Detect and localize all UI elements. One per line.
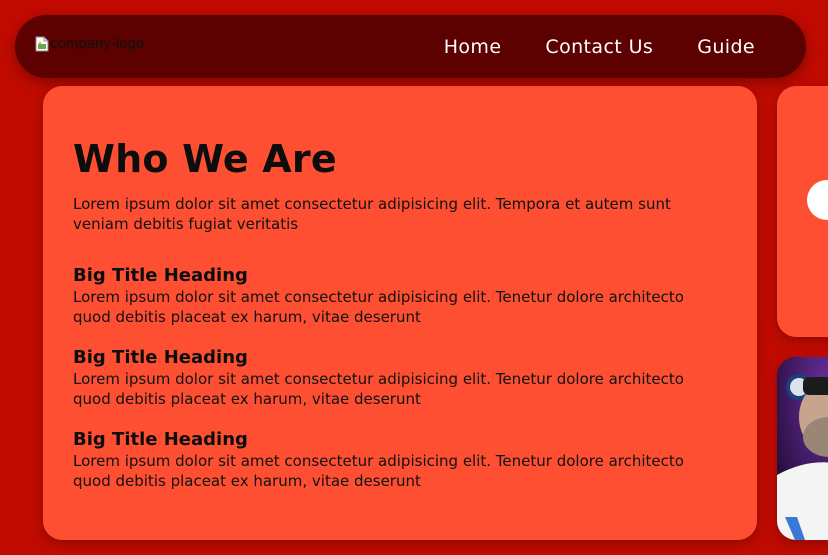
feature-heading: Big Title Heading: [73, 347, 248, 368]
feature-heading: Big Title Heading: [73, 265, 248, 286]
company-logo-alt-text: company-logo: [50, 35, 145, 52]
main-nav: Home Contact Us Guide: [444, 15, 755, 78]
feature-heading: Big Title Heading: [73, 429, 248, 450]
nav-link-guide[interactable]: Guide: [697, 36, 755, 58]
broken-image-icon: [35, 36, 49, 52]
feature-text: Lorem ipsum dolor sit amet consectetur a…: [73, 452, 684, 490]
who-we-are-card: Who We Are Lorem ipsum dolor sit amet co…: [43, 86, 757, 540]
side-card: [777, 86, 828, 337]
feature-text: Lorem ipsum dolor sit amet consectetur a…: [73, 370, 684, 408]
company-logo[interactable]: company-logo: [35, 35, 144, 52]
feature-section: Big Title Heading Lorem ipsum dolor sit …: [73, 347, 703, 409]
intro-text: Lorem ipsum dolor sit amet consectetur a…: [73, 195, 671, 233]
feature-section: Big Title Heading Lorem ipsum dolor sit …: [73, 429, 703, 491]
nav-link-home[interactable]: Home: [444, 36, 502, 58]
feature-section: Big Title Heading Lorem ipsum dolor sit …: [73, 265, 703, 327]
circle-shape: [807, 180, 828, 220]
who-we-are-content: Who We Are Lorem ipsum dolor sit amet co…: [73, 136, 703, 491]
nav-link-contact-us[interactable]: Contact Us: [545, 36, 653, 58]
profile-image-card[interactable]: [777, 357, 828, 540]
navbar: company-logo Home Contact Us Guide: [15, 15, 806, 78]
page-title: Who We Are: [73, 137, 337, 181]
person-photo: [777, 357, 828, 540]
feature-text: Lorem ipsum dolor sit amet consectetur a…: [73, 288, 684, 326]
